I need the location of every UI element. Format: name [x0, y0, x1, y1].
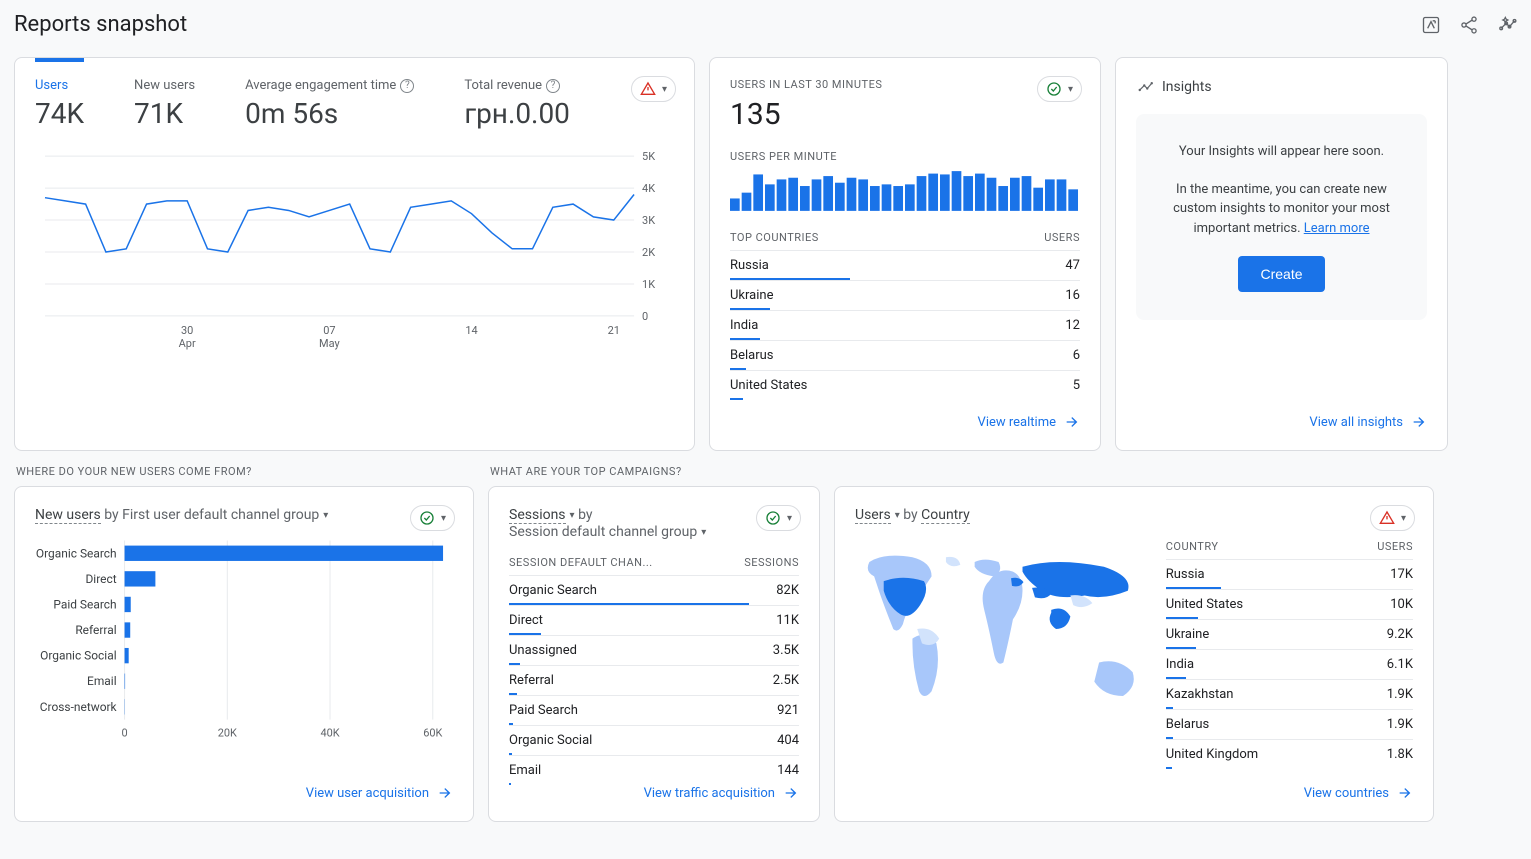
svg-text:0: 0: [642, 310, 648, 323]
table-row[interactable]: India6.1K: [1166, 649, 1413, 679]
svg-text:20K: 20K: [218, 727, 237, 740]
table-row[interactable]: Kazakhstan1.9K: [1166, 679, 1413, 709]
table-row[interactable]: Ukraine9.2K: [1166, 619, 1413, 649]
quality-chip[interactable]: ▾: [1370, 505, 1415, 531]
svg-text:Cross-network: Cross-network: [40, 700, 118, 714]
table-row[interactable]: United Kingdom1.8K: [1166, 739, 1413, 769]
country-table-head: COUNTRY USERS: [1166, 534, 1413, 559]
table-row[interactable]: Direct11K: [509, 605, 799, 635]
insights-card: Insights Your Insights will appear here …: [1115, 57, 1448, 451]
new-users-bar-chart: 0 20K 40K 60K Organic Search Direct Paid Searc…: [35, 535, 453, 745]
world-map: [855, 524, 1152, 769]
view-insights-link[interactable]: View all insights: [1136, 414, 1427, 430]
per-minute-label: USERS PER MINUTE: [730, 150, 1080, 163]
table-row[interactable]: Referral2.5K: [509, 665, 799, 695]
svg-text:Organic Search: Organic Search: [36, 546, 117, 560]
quality-chip[interactable]: ▾: [631, 76, 676, 102]
svg-text:Direct: Direct: [85, 572, 116, 586]
metrics-row: Users74KNew users71KAverage engagement t…: [35, 78, 674, 130]
metric-users[interactable]: Users74K: [35, 58, 84, 130]
campaigns-table: Organic Search82KDirect11KUnassigned3.5K…: [509, 575, 799, 785]
table-row[interactable]: Unassigned3.5K: [509, 635, 799, 665]
insights-empty-box: Your Insights will appear here soon. In …: [1136, 114, 1427, 320]
acquisition-title[interactable]: New users by First user default channel …: [35, 507, 453, 523]
view-countries-link[interactable]: View countries: [855, 785, 1413, 801]
realtime-value: 135: [730, 97, 1080, 132]
table-row[interactable]: Russia17K: [1166, 559, 1413, 589]
realtime-countries-head: TOP COUNTRIES USERS: [730, 225, 1080, 250]
svg-text:Email: Email: [87, 674, 117, 688]
users-country-card: ▾ Users by Country: [834, 486, 1434, 822]
realtime-countries-table: Russia47Ukraine16India12Belarus6United S…: [730, 250, 1080, 400]
learn-more-link[interactable]: Learn more: [1304, 221, 1370, 236]
insights-title: Insights: [1136, 78, 1427, 96]
table-row[interactable]: Organic Search82K: [509, 575, 799, 605]
svg-text:May: May: [319, 337, 340, 350]
svg-text:60K: 60K: [423, 727, 442, 740]
map-india: [1050, 608, 1071, 629]
table-row[interactable]: Organic Social404: [509, 725, 799, 755]
users-line-chart: 0 1K 2K 3K 4K 5K 30Apr 07May 14 21: [35, 146, 674, 356]
svg-text:Organic Social: Organic Social: [40, 649, 117, 663]
users-trend-card: ▾ Users74KNew users71KAverage engagement…: [14, 57, 695, 451]
svg-text:40K: 40K: [320, 727, 339, 740]
svg-text:14: 14: [465, 324, 477, 337]
table-row[interactable]: Ukraine16: [730, 280, 1080, 310]
svg-text:07: 07: [323, 324, 335, 337]
share-icon[interactable]: [1459, 15, 1479, 35]
svg-text:0: 0: [121, 727, 127, 740]
view-realtime-link[interactable]: View realtime: [730, 414, 1080, 430]
quality-chip[interactable]: ▾: [756, 505, 801, 531]
table-row[interactable]: India12: [730, 310, 1080, 340]
campaigns-card: ▾ Sessions by Session default channel gr…: [488, 486, 820, 822]
metric-average-engagement-time[interactable]: Average engagement time ?0m 56s: [245, 78, 414, 130]
users-country-title[interactable]: Users by Country: [855, 507, 1413, 524]
realtime-card: ▾ USERS IN LAST 30 MINUTES 135 USERS PER…: [709, 57, 1101, 451]
svg-text:1K: 1K: [642, 278, 655, 291]
table-row[interactable]: United States10K: [1166, 589, 1413, 619]
view-traffic-link[interactable]: View traffic acquisition: [509, 785, 799, 801]
table-row[interactable]: Email144: [509, 755, 799, 785]
page-header: Reports snapshot: [0, 0, 1531, 57]
view-acquisition-link[interactable]: View user acquisition: [35, 785, 453, 801]
table-row[interactable]: Russia47: [730, 250, 1080, 280]
svg-text:21: 21: [608, 324, 620, 337]
realtime-title: USERS IN LAST 30 MINUTES: [730, 78, 1080, 91]
acquisition-card: ▾ New users by First user default channe…: [14, 486, 474, 822]
svg-text:4K: 4K: [642, 182, 655, 195]
svg-text:Referral: Referral: [75, 623, 116, 637]
table-row[interactable]: United States5: [730, 370, 1080, 400]
header-actions: [1421, 15, 1517, 35]
svg-text:5K: 5K: [642, 150, 655, 163]
svg-text:3K: 3K: [642, 214, 655, 227]
campaigns-title[interactable]: Sessions by Session default channel grou…: [509, 507, 799, 540]
users-per-minute-chart: [730, 171, 1080, 211]
campaigns-table-head: SESSION DEFAULT CHAN... SESSIONS: [509, 550, 799, 575]
svg-text:30: 30: [181, 324, 193, 337]
quality-chip[interactable]: ▾: [1037, 76, 1082, 102]
metric-new-users[interactable]: New users71K: [134, 78, 195, 130]
acquisition-section-label: WHERE DO YOUR NEW USERS COME FROM?: [14, 465, 474, 486]
svg-text:2K: 2K: [642, 246, 655, 259]
insights-icon[interactable]: [1497, 15, 1517, 35]
svg-text:Paid Search: Paid Search: [53, 597, 116, 611]
table-row[interactable]: Belarus6: [730, 340, 1080, 370]
metric-total-revenue[interactable]: Total revenue ?грн.0.00: [464, 78, 570, 130]
campaigns-section-label: WHAT ARE YOUR TOP CAMPAIGNS?: [488, 465, 820, 486]
quality-chip[interactable]: ▾: [410, 505, 455, 531]
customize-icon[interactable]: [1421, 15, 1441, 35]
svg-text:Apr: Apr: [179, 337, 196, 350]
page-title: Reports snapshot: [14, 12, 187, 37]
create-button[interactable]: Create: [1238, 256, 1324, 292]
country-table: Russia17KUnited States10KUkraine9.2KIndi…: [1166, 559, 1413, 769]
table-row[interactable]: Paid Search921: [509, 695, 799, 725]
table-row[interactable]: Belarus1.9K: [1166, 709, 1413, 739]
